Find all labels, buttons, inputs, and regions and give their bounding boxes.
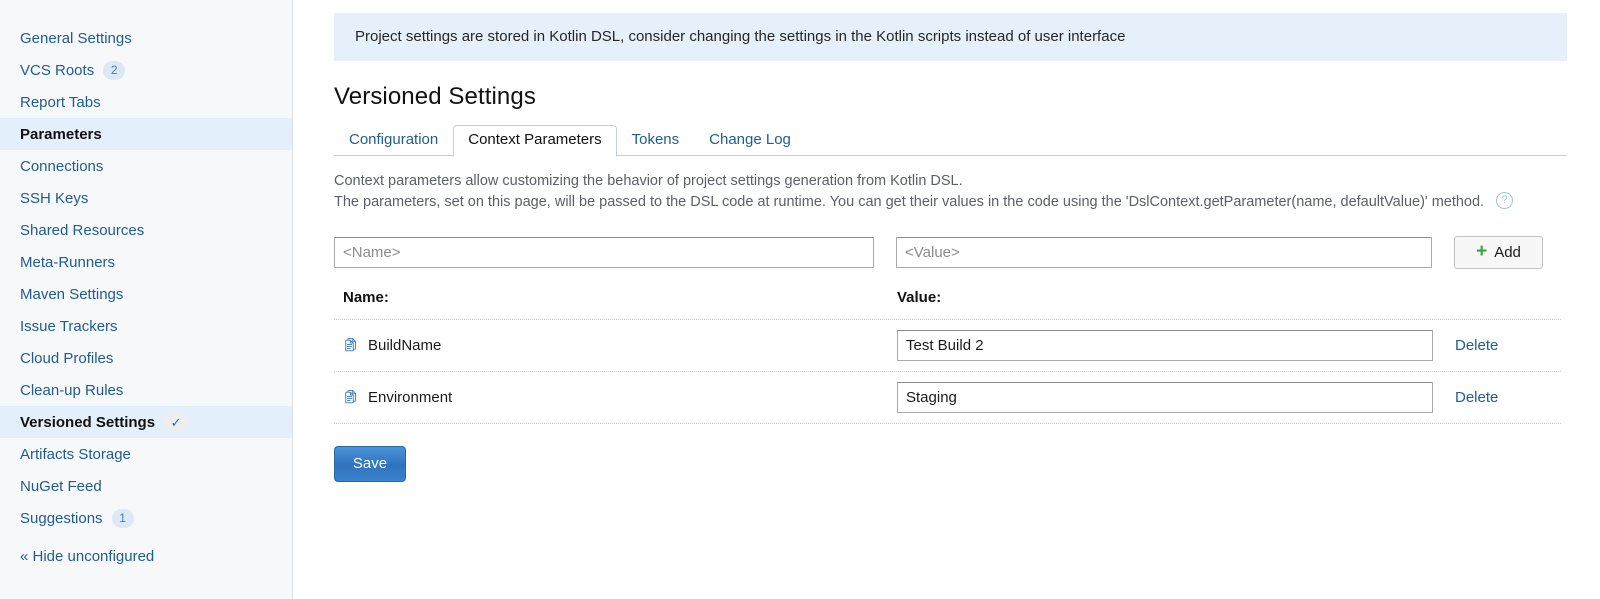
sidebar-item-maven-settings[interactable]: Maven Settings [0,278,292,310]
sidebar-item-label: Connections [20,157,104,175]
add-button-label: Add [1494,243,1521,261]
parameter-value-input[interactable] [897,329,1433,361]
sidebar-item-label: Parameters [20,125,102,143]
parameter-name-label: BuildName [368,336,442,354]
delete-parameter-link[interactable]: Delete [1455,389,1498,406]
parameter-value-input[interactable] [897,381,1433,413]
table-header-row: Name: Value: [334,289,1561,319]
help-icon[interactable]: ? [1496,192,1514,210]
kotlin-dsl-notice: Project settings are stored in Kotlin DS… [334,13,1567,61]
add-button[interactable]: + Add [1454,235,1543,269]
sidebar-item-label: Shared Resources [20,221,145,239]
page-title: Versioned Settings [334,82,536,110]
parameter-value-cell: Delete [897,329,1561,361]
configured-check-badge: ✓ [164,412,189,432]
sidebar-item-artifacts-storage[interactable]: Artifacts Storage [0,438,292,470]
parameter-name-label: Environment [368,388,453,406]
project-settings-sidebar: General Settings VCS Roots 2 Report Tabs Par… [0,0,293,599]
description-line-1: Context parameters allow customizing the… [334,172,963,189]
sidebar-item-label: Suggestions [20,509,103,527]
sidebar-item-parameters[interactable]: Parameters [0,118,292,150]
sidebar-item-issue-trackers[interactable]: Issue Trackers [0,310,292,342]
context-parameters-description: Context parameters allow customizing the… [334,171,1567,213]
sidebar-item-connections[interactable]: Connections [0,150,292,182]
main-content: Project settings are stored in Kotlin DS… [293,0,1600,599]
description-line-2-wrap: The parameters, set on this page, will b… [334,192,1567,213]
sidebar-item-clean-up-rules[interactable]: Clean-up Rules [0,374,292,406]
tab-configuration[interactable]: Configuration [334,125,453,156]
parameter-name-cell: Environment [334,389,897,406]
plus-icon: + [1476,240,1488,262]
tab-context-parameters[interactable]: Context Parameters [453,124,617,157]
document-icon [343,389,359,405]
sidebar-item-shared-resources[interactable]: Shared Resources [0,214,292,246]
save-row: Save [334,445,1580,482]
settings-tabs: Configuration Context Parameters Tokens Cha… [334,124,1567,157]
parameter-value-cell: Delete [897,381,1561,413]
new-parameter-name-input[interactable] [334,236,874,268]
sidebar-item-general-settings[interactable]: General Settings [0,22,292,54]
sidebar-item-versioned-settings[interactable]: Versioned Settings ✓ [0,406,292,438]
document-icon [343,337,359,353]
context-parameters-table: Name: Value: BuildName Delete Environment D… [334,289,1561,424]
sidebar-item-label: NuGet Feed [20,477,102,495]
sidebar-item-label: Meta-Runners [20,253,116,271]
column-header-value: Value: [897,288,942,306]
add-parameter-row: + Add [334,235,1567,269]
sidebar-item-count-badge: 2 [103,60,126,80]
sidebar-item-label: Report Tabs [20,93,101,111]
description-line-2: The parameters, set on this page, will b… [334,193,1485,210]
hide-unconfigured-link[interactable]: « Hide unconfigured [0,548,292,565]
table-row: BuildName Delete [334,318,1561,371]
column-header-name: Name: [343,288,389,306]
sidebar-item-label: Artifacts Storage [20,445,131,463]
table-bottom-divider [334,422,1561,424]
tab-tokens[interactable]: Tokens [617,125,695,156]
sidebar-item-label: Issue Trackers [20,317,118,335]
sidebar-item-label: Cloud Profiles [20,349,114,367]
table-row: Environment Delete [334,370,1561,423]
sidebar-item-ssh-keys[interactable]: SSH Keys [0,182,292,214]
versioned-settings-page: General Settings VCS Roots 2 Report Tabs Par… [0,0,1600,599]
parameter-name-cell: BuildName [334,337,897,354]
save-button[interactable]: Save [334,445,406,482]
tab-change-log[interactable]: Change Log [694,125,806,156]
sidebar-item-label: Versioned Settings [20,413,156,431]
sidebar-item-vcs-roots[interactable]: VCS Roots 2 [0,54,292,86]
sidebar-item-label: Clean-up Rules [20,381,124,399]
sidebar-item-report-tabs[interactable]: Report Tabs [0,86,292,118]
delete-parameter-link[interactable]: Delete [1455,337,1498,354]
sidebar-item-label: SSH Keys [20,189,89,207]
sidebar-item-meta-runners[interactable]: Meta-Runners [0,246,292,278]
sidebar-item-suggestions[interactable]: Suggestions 1 [0,502,292,534]
sidebar-item-label: Maven Settings [20,285,124,303]
sidebar-item-nuget-feed[interactable]: NuGet Feed [0,470,292,502]
new-parameter-value-input[interactable] [896,236,1432,268]
sidebar-item-label: General Settings [20,29,132,47]
sidebar-item-cloud-profiles[interactable]: Cloud Profiles [0,342,292,374]
sidebar-item-count-badge: 1 [111,508,134,528]
sidebar-item-label: VCS Roots [20,61,95,79]
